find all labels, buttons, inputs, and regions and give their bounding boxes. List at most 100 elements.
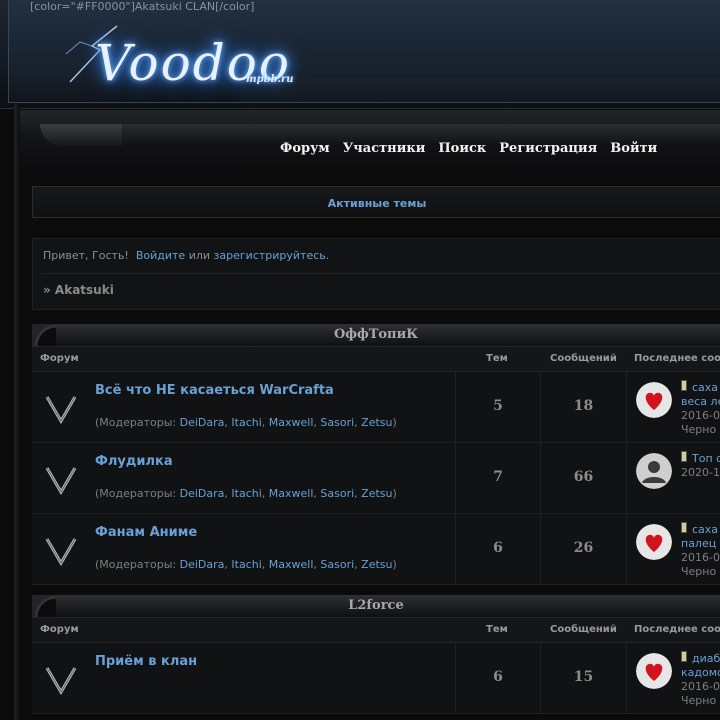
- last-post-topic[interactable]: Топ с: [692, 452, 720, 465]
- forum-v-icon: [45, 667, 77, 695]
- col-forum: Форум: [40, 353, 79, 364]
- main-nav: Форум Участники Поиск Регистрация Войти: [280, 141, 670, 156]
- last-post: диаб кадомо 2016-0 Черно: [681, 651, 720, 708]
- col-posts: Сообщений: [550, 624, 617, 635]
- moderators-line: (Модераторы: DeiDara, Itachi, Maxwell, S…: [95, 487, 397, 500]
- topics-count: 6: [493, 540, 503, 556]
- forum-title-link[interactable]: Флудилка: [95, 454, 173, 469]
- col-posts: Сообщений: [550, 353, 617, 364]
- last-post: сахавеса ле2016-0Черно: [681, 380, 720, 437]
- moderators-label: (Модераторы:: [95, 416, 177, 429]
- last-post-topic-cont[interactable]: палец: [681, 537, 720, 551]
- nav-login[interactable]: Войти: [610, 141, 657, 156]
- last-post-topic[interactable]: диаб: [692, 652, 720, 665]
- register-link[interactable]: зарегистрируйтесь: [214, 249, 326, 262]
- greeting-line: Привет, Гость! Войдите или зарегистрируй…: [43, 249, 329, 262]
- last-post-date: 2016-0: [681, 551, 720, 564]
- posts-count: 26: [573, 540, 594, 556]
- last-post: Топ с 2020-1: [681, 451, 720, 480]
- moderator-link[interactable]: Itachi: [231, 487, 261, 500]
- moderators-line: (Модераторы: DeiDara, Itachi, Maxwell, S…: [95, 416, 397, 429]
- forum-v-icon: [45, 396, 77, 424]
- last-post-user[interactable]: Черно: [681, 423, 720, 437]
- user-avatar[interactable]: [636, 453, 672, 489]
- divider: [41, 273, 720, 274]
- last-post-date: 2020-1: [681, 466, 720, 479]
- moderator-link[interactable]: Sasori: [320, 558, 354, 571]
- topic-marker-icon: [681, 522, 687, 533]
- moderator-link[interactable]: Zetsu: [361, 416, 392, 429]
- side-frame: [14, 104, 20, 720]
- last-post-topic-cont[interactable]: веса ле: [681, 395, 720, 409]
- moderators-label: (Модераторы:: [95, 487, 177, 500]
- moderators-label: (Модераторы:: [95, 558, 177, 571]
- last-post: саха палец 2016-0 Черно: [681, 522, 720, 579]
- col-last: Последнее соо: [634, 624, 720, 635]
- topic-marker-icon: [681, 451, 687, 462]
- topics-count: 7: [493, 469, 503, 485]
- active-topics-bar: Активные темы: [32, 186, 720, 218]
- posts-count: 15: [573, 669, 594, 685]
- banner-strip: [240, 78, 720, 102]
- last-post-date: 2016-0: [681, 409, 720, 422]
- category-header: L2force: [32, 595, 720, 617]
- last-post-topic[interactable]: саха: [692, 523, 718, 536]
- forum-title-link[interactable]: Фанам Аниме: [95, 525, 197, 540]
- column-divider: [626, 443, 627, 513]
- moderator-link[interactable]: Maxwell: [269, 416, 314, 429]
- forum-row: Флудилка (Модераторы: DeiDara, Itachi, Ma…: [32, 443, 720, 514]
- last-post-topic[interactable]: саха: [692, 381, 718, 394]
- col-topics: Тем: [486, 624, 508, 635]
- nav-register[interactable]: Регистрация: [499, 141, 597, 156]
- forum-row: Приём в клан 6 15 диаб кадомо 2016-0 Черно: [32, 643, 720, 714]
- login-link[interactable]: Войдите: [136, 249, 185, 262]
- posts-count: 18: [573, 398, 594, 414]
- nav-users[interactable]: Участники: [343, 141, 426, 156]
- header-banner: [color="#FF0000"]Akatsuki CLAN[/color] V…: [0, 0, 720, 109]
- last-post-date: 2016-0: [681, 680, 720, 693]
- category-title[interactable]: ОффТопиК: [32, 327, 720, 342]
- greeting-prefix: Привет, Гость!: [43, 249, 129, 262]
- moderator-link[interactable]: DeiDara: [180, 416, 225, 429]
- active-topics-link[interactable]: Активные темы: [328, 197, 427, 210]
- last-post-topic-cont[interactable]: кадомо: [681, 666, 720, 680]
- last-post-user[interactable]: Черно: [681, 565, 720, 579]
- moderators-line: (Модераторы: DeiDara, Itachi, Maxwell, S…: [95, 558, 397, 571]
- topic-marker-icon: [681, 651, 687, 662]
- forum-v-icon: [45, 538, 77, 566]
- category-title[interactable]: L2force: [32, 598, 720, 613]
- greeting-suffix: .: [325, 249, 330, 262]
- forum-row: Всё что НЕ касаеться WarCrafta (Модератор…: [32, 372, 720, 443]
- last-post-user[interactable]: Черно: [681, 694, 720, 708]
- nav-forum[interactable]: Форум: [280, 141, 330, 156]
- moderator-link[interactable]: Maxwell: [269, 487, 314, 500]
- moderator-link[interactable]: Zetsu: [361, 558, 392, 571]
- moderator-link[interactable]: Zetsu: [361, 487, 392, 500]
- topic-marker-icon: [681, 380, 687, 391]
- moderator-link[interactable]: Itachi: [231, 558, 261, 571]
- breadcrumb[interactable]: » Akatsuki: [43, 283, 114, 297]
- forum-title-link[interactable]: Всё что НЕ касаеться WarCrafta: [95, 383, 334, 398]
- moderator-link[interactable]: Itachi: [231, 416, 261, 429]
- logo-suffix: mpbb.ru: [246, 74, 294, 85]
- header-code-text: [color="#FF0000"]Akatsuki CLAN[/color]: [30, 0, 255, 13]
- posts-count: 66: [573, 469, 594, 485]
- column-divider: [626, 514, 627, 584]
- heart-avatar[interactable]: [636, 524, 672, 560]
- column-divider: [626, 372, 627, 442]
- moderator-link[interactable]: Sasori: [320, 487, 354, 500]
- heart-avatar[interactable]: [636, 653, 672, 689]
- topics-count: 5: [493, 398, 503, 414]
- heart-avatar[interactable]: [636, 382, 672, 418]
- nav-search[interactable]: Поиск: [438, 141, 486, 156]
- moderator-link[interactable]: DeiDara: [180, 487, 225, 500]
- moderator-link[interactable]: Maxwell: [269, 558, 314, 571]
- nav-curve: [40, 124, 130, 146]
- forum-title-link[interactable]: Приём в клан: [95, 654, 197, 669]
- greeting-panel: Привет, Гость! Войдите или зарегистрируй…: [32, 238, 720, 310]
- topics-count: 6: [493, 669, 503, 685]
- greeting-or: или: [188, 249, 211, 262]
- moderator-link[interactable]: DeiDara: [180, 558, 225, 571]
- moderator-link[interactable]: Sasori: [320, 416, 354, 429]
- forum-v-icon: [45, 467, 77, 495]
